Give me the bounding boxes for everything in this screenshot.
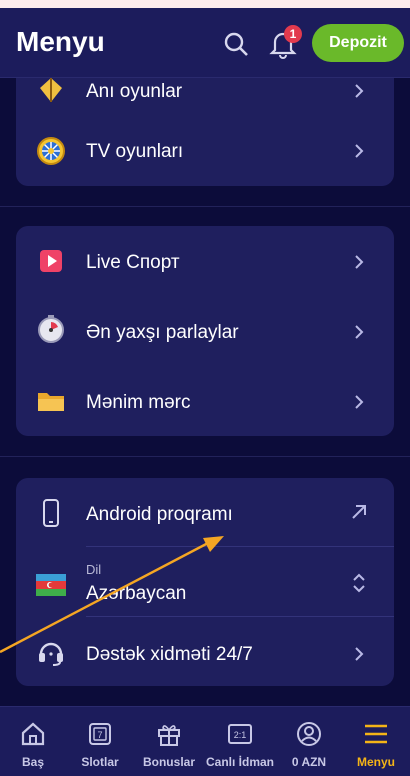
row-divider (86, 616, 394, 617)
nav-live-sports[interactable]: 2:1 Canlı İdman (204, 707, 276, 776)
nav-label: 0 AZN (291, 755, 327, 769)
app-header: Menyu 1 Depozit (0, 8, 410, 78)
deposit-button[interactable]: Depozit (312, 24, 404, 62)
row-divider (86, 546, 394, 547)
section-divider (0, 456, 410, 457)
menu-item-label: Live Спорт (86, 252, 180, 273)
chevron-up-down-icon (353, 573, 365, 593)
kite-icon (40, 78, 62, 102)
menu-item-label: Ən yaxşı parlaylar (86, 322, 239, 343)
nav-slots[interactable]: 7 Slotlar (66, 707, 134, 776)
nav-home[interactable]: Baş (0, 707, 66, 776)
play-icon (40, 250, 62, 272)
menu-card-sports: Live Спорт Ən yaxşı parlaylar Mənim mərc (16, 226, 394, 436)
nav-label: Bonuslar (142, 755, 195, 769)
language-value: Azərbaycan (86, 583, 187, 604)
chevron-right-icon (355, 255, 364, 269)
menu-item-label: Anı oyunlar (86, 81, 183, 102)
top-strip (0, 0, 410, 8)
gift-icon (158, 725, 180, 746)
hamburger-icon (365, 724, 387, 744)
chevron-right-icon (355, 395, 364, 409)
svg-text:7: 7 (97, 730, 102, 740)
azerbaijan-flag-icon (36, 574, 66, 596)
home-icon (21, 722, 45, 746)
menu-item-label: Dəstək xidməti 24/7 (86, 644, 253, 665)
language-caption: Dil (86, 562, 102, 577)
menu-card-settings: Android proqramı Dil Azərbaycan Dəstək x… (16, 478, 394, 686)
menu-item-android-app[interactable]: Android proqramı (16, 488, 394, 538)
nav-label: Slotlar (81, 755, 119, 769)
page-title: Menyu (16, 26, 105, 57)
menu-item-top-parlays[interactable]: Ən yaxşı parlaylar (16, 306, 394, 356)
chevron-right-icon (355, 325, 364, 339)
menu-item-tv-games[interactable]: TV oyunları (16, 126, 394, 176)
section-divider (0, 206, 410, 207)
search-icon[interactable] (222, 30, 250, 58)
user-icon (297, 722, 321, 746)
wheel-icon (37, 137, 65, 165)
scoreboard-icon: 2:1 (228, 724, 252, 744)
nav-label: Canlı İdman (205, 755, 274, 769)
bottom-navigation: Baş 7 Slotlar Bonuslar 2:1 Canlı İdman 0… (0, 706, 410, 776)
stopwatch-icon (38, 315, 64, 343)
slot-icon: 7 (89, 723, 111, 745)
nav-label: Menyu (356, 755, 395, 769)
folder-icon (38, 393, 64, 411)
language-selector[interactable]: Dil Azərbaycan (16, 554, 394, 614)
menu-item-label: TV oyunları (86, 141, 184, 162)
chevron-right-icon (355, 647, 364, 661)
nav-account-balance[interactable]: 0 AZN (276, 707, 342, 776)
svg-text:2:1: 2:1 (234, 730, 247, 740)
nav-bonuses[interactable]: Bonuslar (134, 707, 204, 776)
notification-badge: 1 (284, 25, 302, 43)
chevron-right-icon (355, 144, 364, 158)
nav-menu[interactable]: Menyu (342, 707, 410, 776)
chevron-right-icon (355, 84, 364, 98)
menu-item-my-bets[interactable]: Mənim mərc (16, 376, 394, 426)
menu-item-label: Mənim mərc (86, 392, 191, 413)
headset-icon (39, 642, 63, 666)
phone-icon (43, 499, 59, 527)
menu-item-live-sport[interactable]: Live Спорт (16, 236, 394, 286)
external-link-arrow-icon (352, 505, 366, 519)
menu-item-label: Android proqramı (86, 504, 233, 525)
menu-item-support[interactable]: Dəstək xidməti 24/7 (16, 628, 394, 678)
nav-label: Baş (21, 755, 44, 769)
